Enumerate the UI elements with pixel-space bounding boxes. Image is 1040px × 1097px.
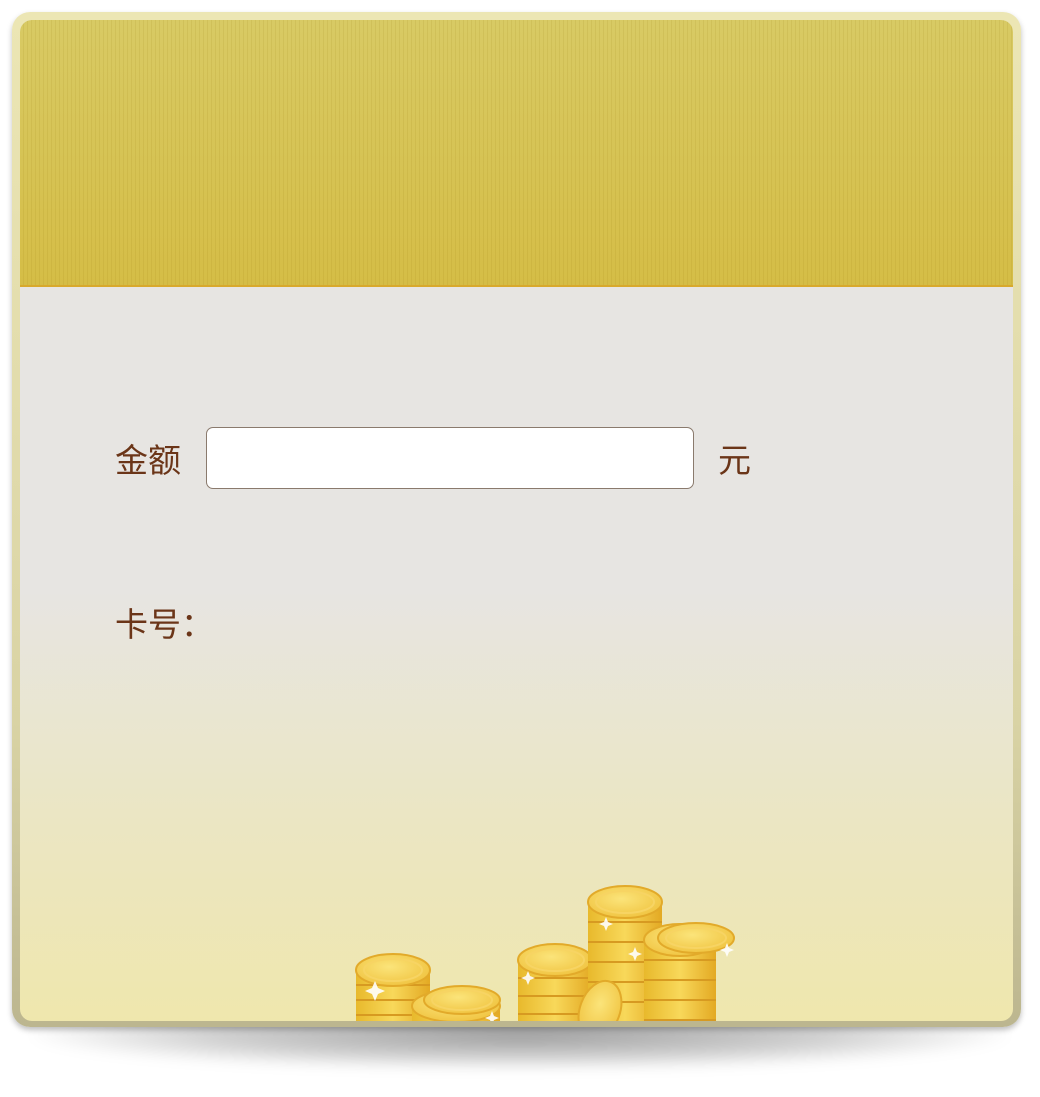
amount-label: 金额 xyxy=(115,441,181,480)
amount-row: 金额 元 xyxy=(115,426,751,490)
amount-input[interactable] xyxy=(206,427,694,489)
coin-stack-5 xyxy=(643,922,735,1021)
card-header-banner xyxy=(20,20,1013,287)
amount-unit-label: 元 xyxy=(718,441,751,480)
gold-coins-icon xyxy=(355,885,735,1021)
card-number-label: 卡号： xyxy=(115,605,214,644)
payment-card: 金额 元 卡号： xyxy=(12,12,1021,1027)
payment-card-inner: 金额 元 卡号： xyxy=(20,20,1013,1021)
card-number-row: 卡号： xyxy=(115,600,214,644)
